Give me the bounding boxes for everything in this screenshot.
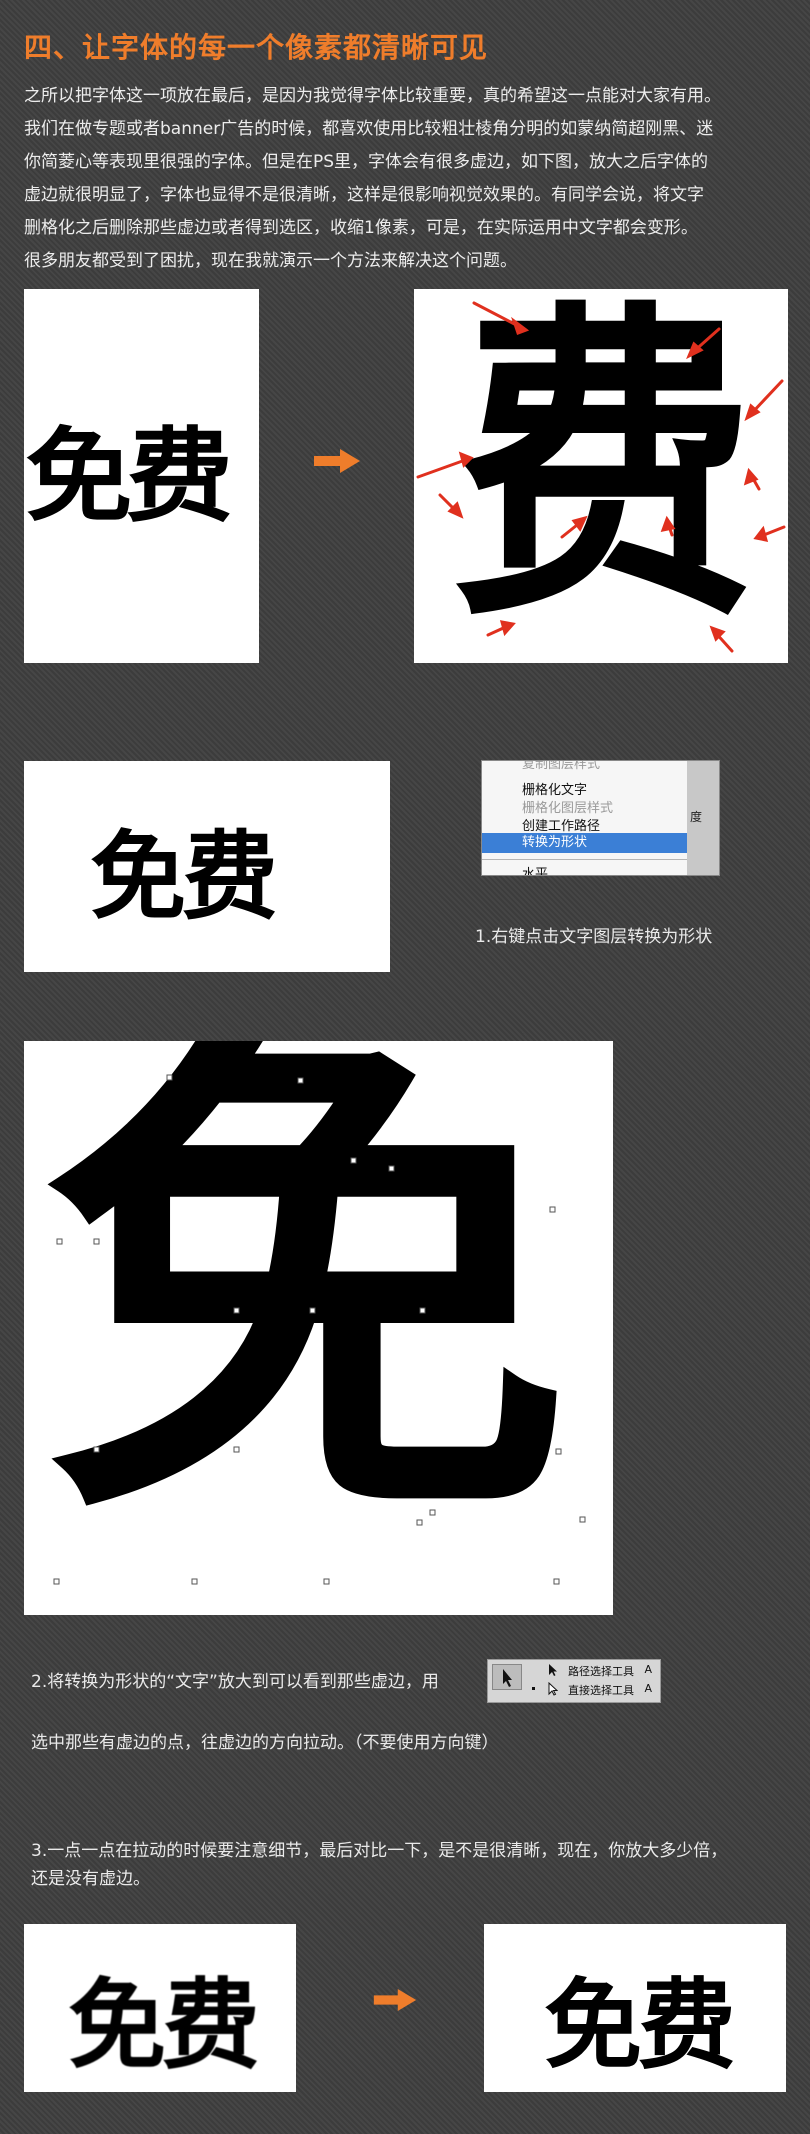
menu-item-create-work-path[interactable]: 创建工作路径 [522,815,600,834]
sample-text-wide: 免费 [90,821,278,933]
step1-caption: 1.右键点击文字图层转换为形状 [475,927,713,947]
sample-text: 免费 [25,418,233,537]
tool-path-selection[interactable]: 路径选择工具 [568,1663,634,1679]
intro-line: 很多朋友都受到了困扰，现在我就演示一个方法来解决这个问题。 [24,251,517,271]
direct-selection-icon [548,1682,558,1696]
selection-tools-panel: 路径选择工具 A 直接选择工具 A [487,1659,661,1703]
tool-direct-selection[interactable]: 直接选择工具 [568,1682,634,1698]
context-menu: 复制图层样式 栅格化文字 栅格化图层样式 创建工作路径 转换为形状 水平 度 [481,760,720,876]
active-tool-dot [532,1687,535,1690]
sample-panel-wide: 免费 [24,761,390,972]
intro-line: 之所以把字体这一项放在最后，是因为我觉得字体比较重要，真的希望这一点能对大家有用… [24,86,721,106]
panel-edge-label: 度 [690,810,703,824]
menu-item-rasterize-text[interactable]: 栅格化文字 [522,779,587,798]
after-panel: 免费 [484,1924,786,2092]
menu-item-horizontal[interactable]: 水平 [522,863,548,875]
intro-line: 我们在做专题或者banner广告的时候，都喜欢使用比较粗壮棱角分明的如蒙纳简超刚… [24,119,714,139]
right-arrow-icon [314,449,360,473]
after-text: 免费 [544,1969,736,2083]
section-title: 四、让字体的每一个像素都清晰可见 [24,31,489,64]
cursor-arrow-icon [503,1669,512,1687]
menu-divider [482,859,687,860]
tool-shortcut-a: A [644,1682,652,1695]
step3-caption-line2: 还是没有虚边。 [31,1869,150,1889]
path-selection-icon [549,1664,557,1676]
right-arrow-icon [373,1988,417,2012]
step3-caption-line1: 3.一点一点在拉动的时候要注意细节，最后对比一下，是不是很清晰，现在，你放大多少… [31,1841,728,1861]
edge-pointer-arrows [416,301,786,653]
sample-panel-small: 免费 [24,289,259,663]
intro-line: 你简菱心等表现里很强的字体。但是在PS里，字体会有很多虚边，如下图，放大之后字体… [24,152,709,172]
intro-line: 虚边就很明显了，字体也显得不是很清晰，这样是很影响视觉效果的。有同学会说，将文字 [24,185,704,205]
intro-line: 删格化之后删除那些虚边或者得到选区，收缩1像素，可是，在实际运用中文字都会变形。 [24,218,698,238]
tool-shortcut-a: A [644,1663,652,1676]
zoomed-mian-panel: 免 [24,1041,613,1615]
anchor-points [53,1074,586,1585]
menu-item-convert-to-shape[interactable]: 转换为形状 [482,833,687,853]
intro-paragraph: 之所以把字体这一项放在最后，是因为我觉得字体比较重要，真的希望这一点能对大家有用… [24,80,794,278]
before-text: 免费 [68,1969,260,2083]
zoomed-fei-panel: 费 [414,289,788,663]
menu-item-partial: 复制图层样式 [522,760,601,772]
step2-caption-b: 选中那些有虚边的点，往虚边的方向拉动。（不要使用方向键） [31,1733,499,1753]
before-panel: 免费 [24,1924,296,2092]
step2-caption-a: 2.将转换为形状的“文字”放大到可以看到那些虚边，用 [31,1672,439,1692]
menu-item-rasterize-layer-style[interactable]: 栅格化图层样式 [522,797,613,816]
tool-button[interactable] [492,1664,522,1690]
